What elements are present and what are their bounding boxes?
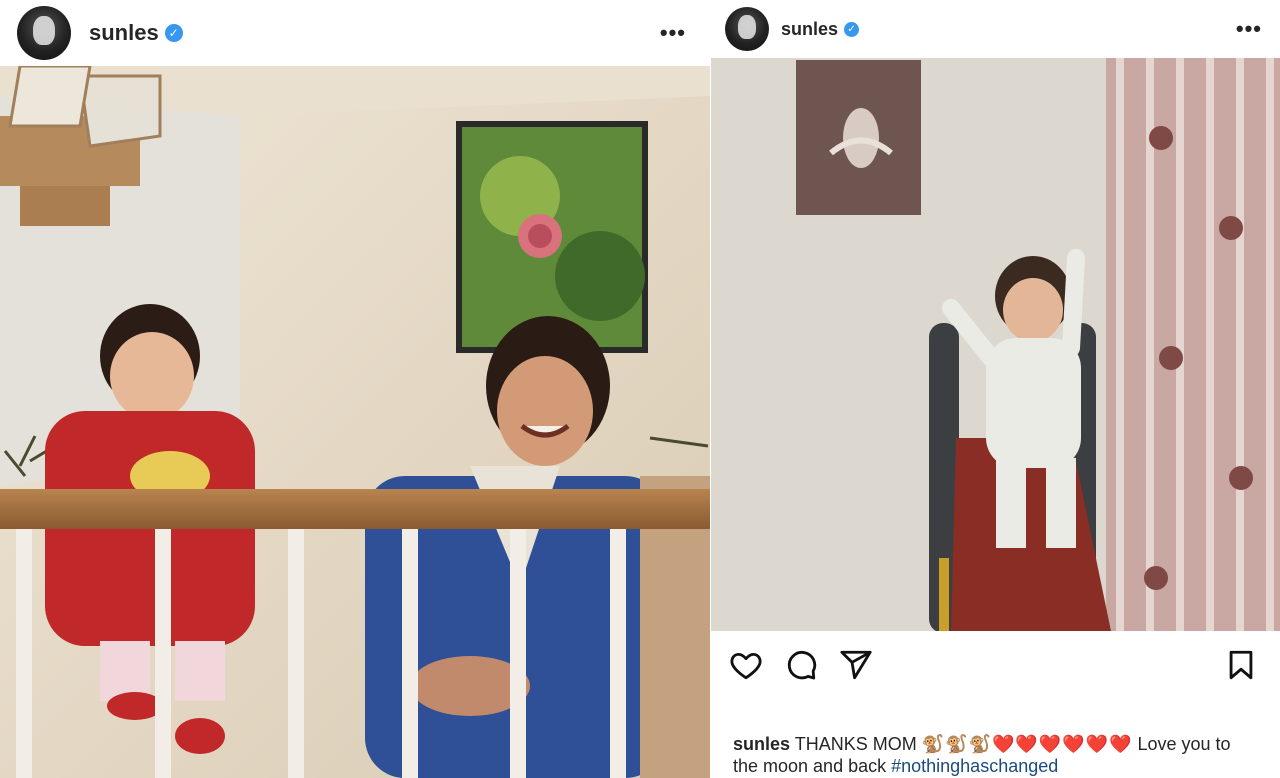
caption-text: THANKS MOM [790, 734, 922, 754]
instagram-post-left: sunles ✓ ••• [0, 0, 710, 778]
post-photo-illustration [0, 66, 710, 778]
post-photo[interactable] [0, 66, 710, 778]
post-header: sunles ✓ ••• [711, 0, 1280, 58]
more-options-icon[interactable]: ••• [660, 0, 686, 66]
post-header: sunles ✓ ••• [0, 0, 710, 66]
post-actions-bar [711, 631, 1280, 699]
more-options-icon[interactable]: ••• [1236, 0, 1262, 58]
post-username[interactable]: sunles [781, 19, 838, 40]
profile-avatar[interactable] [17, 6, 71, 60]
floral-curtains [1106, 58, 1280, 631]
caption-emojis: 🐒🐒🐒❤️❤️❤️❤️❤️❤️ [921, 734, 1133, 754]
caption-username[interactable]: sunles [733, 734, 790, 754]
verified-badge-icon: ✓ [164, 24, 183, 42]
bookmark-icon[interactable] [1224, 648, 1258, 682]
instagram-post-right: sunles ✓ ••• sunles THANKS MOM 🐒🐒🐒❤️❤️❤️… [711, 0, 1280, 778]
ballerina-poster [796, 60, 921, 215]
post-photo[interactable] [711, 58, 1280, 631]
verified-badge-icon: ✓ [844, 21, 860, 37]
post-photo-illustration [711, 58, 1280, 631]
post-username[interactable]: sunles [89, 20, 159, 46]
share-icon[interactable] [839, 648, 873, 682]
profile-avatar[interactable] [725, 7, 769, 51]
caption-hashtag[interactable]: #nothinghaschanged [891, 756, 1058, 776]
post-caption: sunles THANKS MOM 🐒🐒🐒❤️❤️❤️❤️❤️❤️ Love y… [733, 733, 1256, 777]
heart-icon[interactable] [729, 648, 763, 682]
comment-icon[interactable] [784, 648, 818, 682]
